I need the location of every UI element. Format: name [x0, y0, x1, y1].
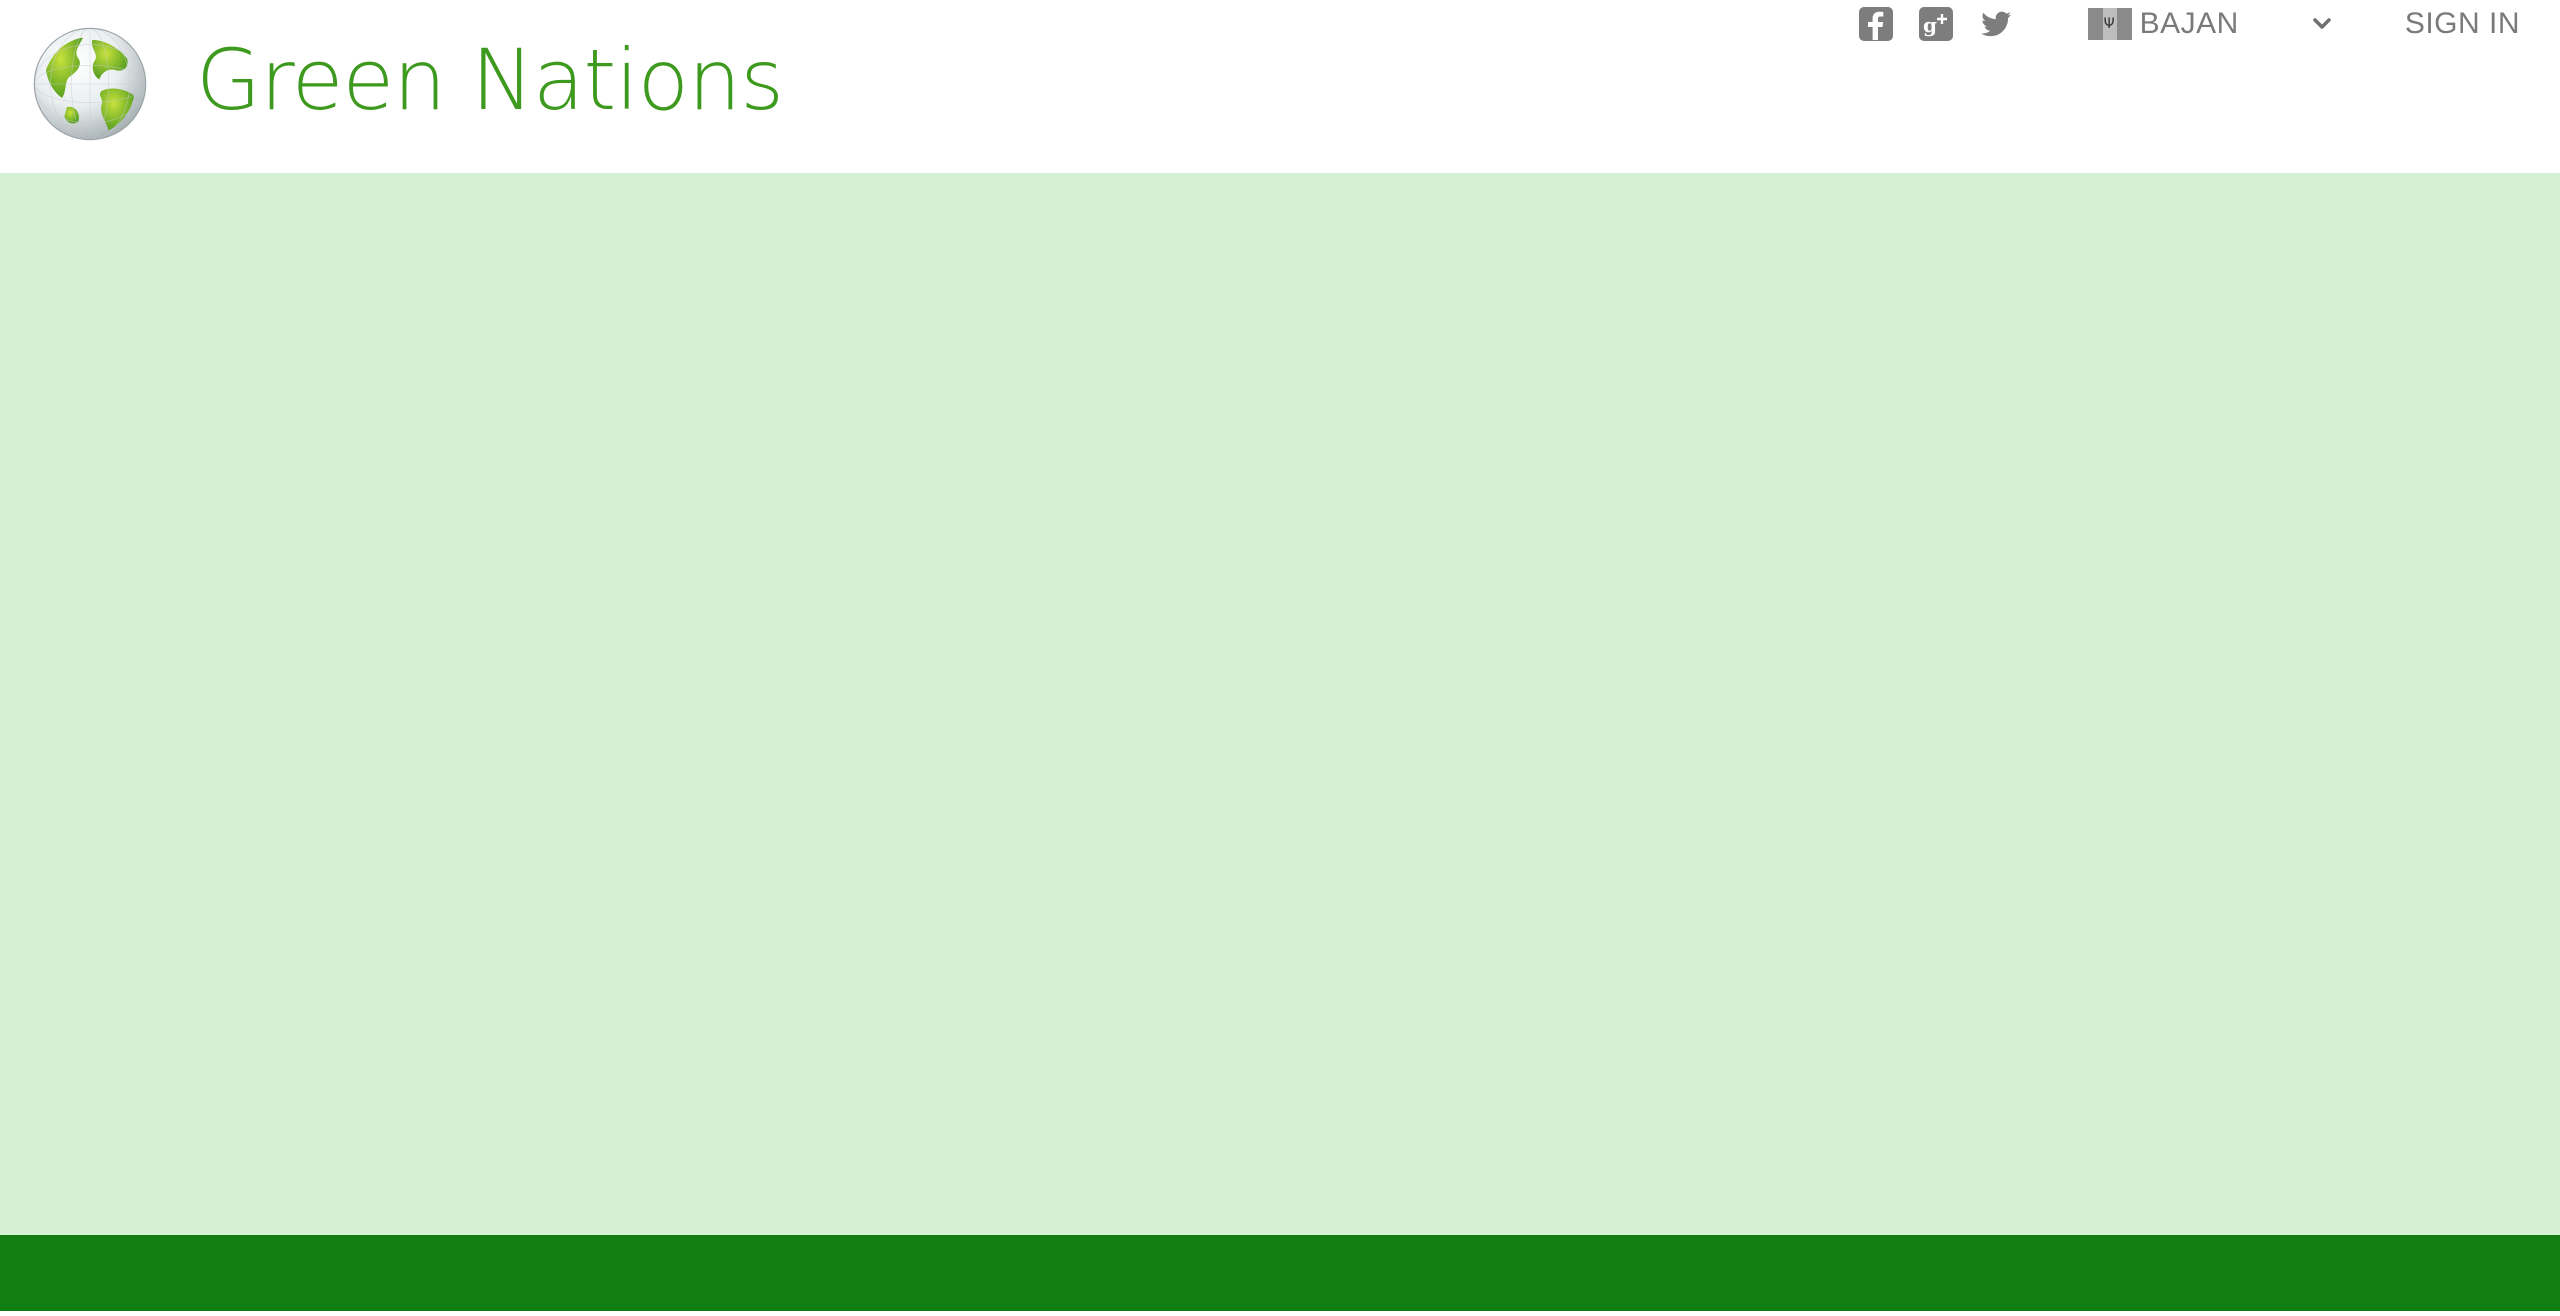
footer-bar	[0, 1235, 2560, 1311]
language-selector[interactable]: Ψ BAJAN	[2087, 7, 2333, 41]
globe-icon	[33, 27, 147, 141]
chevron-down-icon[interactable]	[2311, 13, 2333, 35]
svg-text:g: g	[1923, 13, 1937, 37]
site-header: Green Nations g Ψ BAJAN SIGN IN	[0, 0, 2560, 173]
barbados-flag-icon: Ψ	[2087, 8, 2132, 40]
twitter-icon[interactable]	[1978, 6, 2014, 42]
brand-name: Green Nations	[196, 31, 784, 129]
page: Green Nations g Ψ BAJAN SIGN IN	[0, 0, 2560, 1316]
language-label: BAJAN	[2139, 7, 2239, 40]
site-logo[interactable]: Green Nations	[32, 26, 784, 142]
bottom-divider	[0, 1311, 2560, 1316]
main-content-area	[0, 173, 2560, 1235]
top-utility-bar: g Ψ BAJAN SIGN IN	[1858, 4, 2560, 44]
google-plus-icon[interactable]: g	[1918, 6, 1954, 42]
social-links: g	[1858, 6, 2014, 42]
sign-in-link[interactable]: SIGN IN	[2405, 7, 2520, 41]
facebook-icon[interactable]	[1858, 6, 1894, 42]
